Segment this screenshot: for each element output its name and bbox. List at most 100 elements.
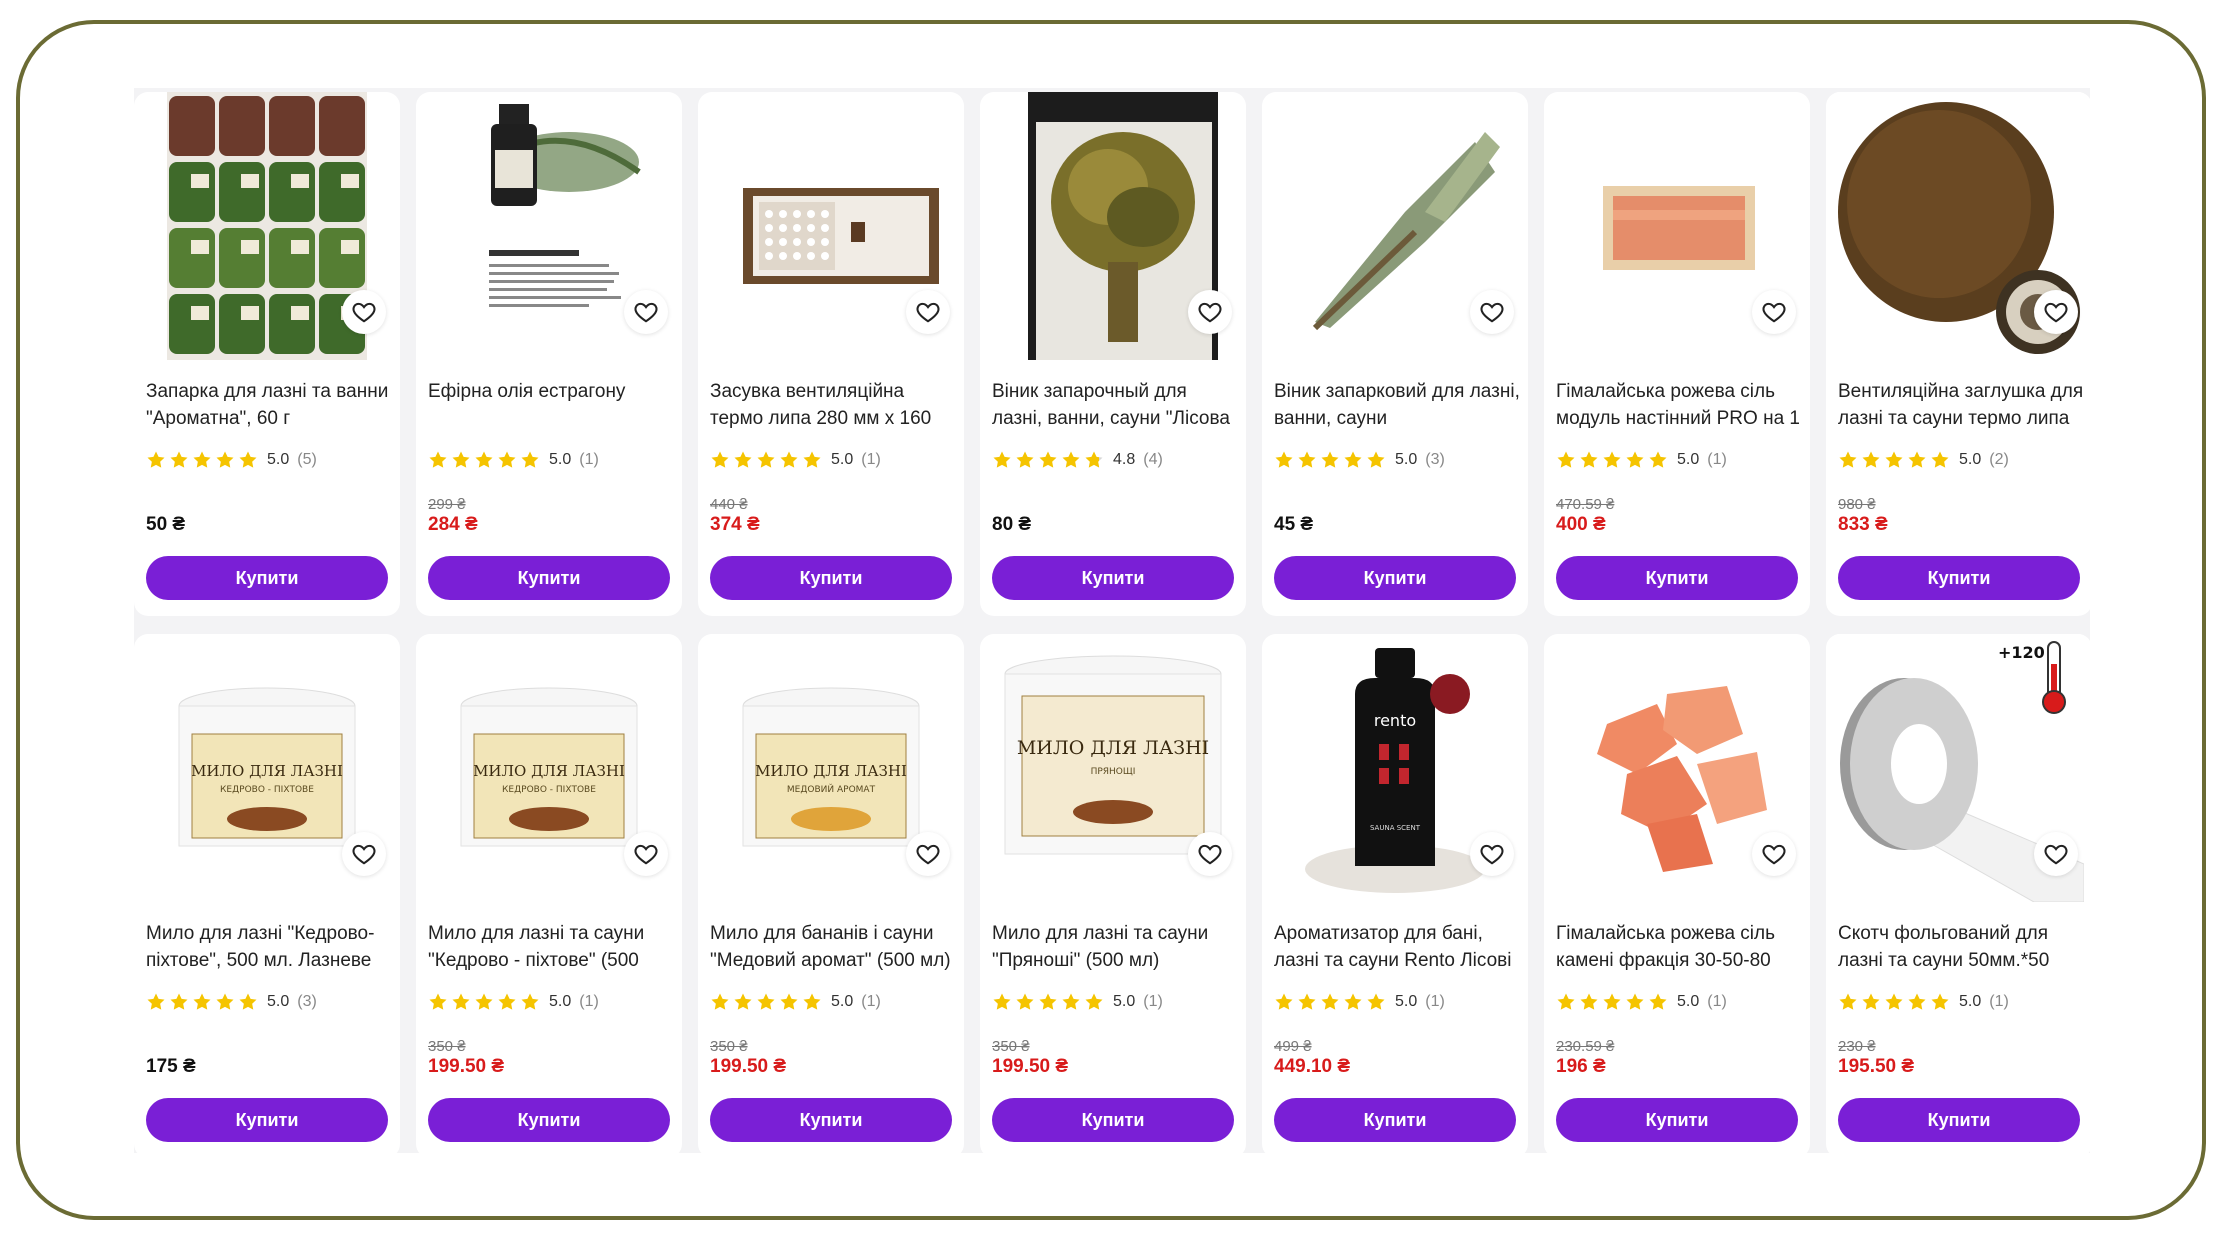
product-title[interactable]: Ароматизатор для бані, лазні та сауни Re… [1274, 920, 1520, 976]
review-count[interactable]: (1) [861, 993, 881, 1011]
buy-button[interactable]: Купити [428, 1098, 670, 1142]
product-card[interactable]: Гімалайська рожева сіль камені фракція 3… [1544, 634, 1810, 1158]
old-price: 470.59 ₴ [1556, 496, 1615, 513]
buy-button[interactable]: Купити [146, 556, 388, 600]
product-title[interactable]: Мило для лазні "Кедрово-піхтове", 500 мл… [146, 920, 392, 976]
favorite-button[interactable] [2034, 832, 2078, 876]
star-icon [1298, 451, 1316, 468]
buy-button[interactable]: Купити [1838, 1098, 2080, 1142]
review-count[interactable]: (1) [1707, 993, 1727, 1011]
product-title[interactable]: Засувка вентиляційна термо липа 280 мм х… [710, 378, 956, 434]
old-price: 230.59 ₴ [1556, 1038, 1615, 1055]
review-count[interactable]: (1) [1425, 993, 1445, 1011]
favorite-button[interactable] [1470, 832, 1514, 876]
favorite-button[interactable] [342, 290, 386, 334]
product-card[interactable]: МИЛО ДЛЯ ЛАЗНІ КЕДРОВО - ПІХТОВЕ Мило дл… [416, 634, 682, 1158]
star-icon [1626, 451, 1644, 468]
product-title[interactable]: Мило для лазні та сауни "Пряноші" (500 м… [992, 920, 1238, 976]
old-price: 440 ₴ [710, 496, 748, 513]
old-price: 499 ₴ [1274, 1038, 1312, 1055]
star-icon [734, 993, 752, 1010]
product-price: 284 ₴ [428, 514, 478, 535]
star-icon [1649, 451, 1667, 468]
product-title[interactable]: Гімалайська рожева сіль камені фракція 3… [1556, 920, 1802, 976]
buy-button[interactable]: Купити [992, 1098, 1234, 1142]
product-card[interactable]: МИЛО ДЛЯ ЛАЗНІ ПРЯНОЩІ Мило для лазні та… [980, 634, 1246, 1158]
star-icon [429, 993, 447, 1010]
star-icon [1367, 993, 1385, 1010]
buy-button[interactable]: Купити [1838, 556, 2080, 600]
buy-button[interactable]: Купити [1274, 556, 1516, 600]
favorite-button[interactable] [624, 832, 668, 876]
star-icon [498, 993, 516, 1010]
favorite-button[interactable] [1752, 290, 1796, 334]
review-count[interactable]: (3) [297, 993, 317, 1011]
review-count[interactable]: (1) [579, 993, 599, 1011]
rating-score: 5.0 [549, 451, 572, 468]
buy-button[interactable]: Купити [1274, 1098, 1516, 1142]
review-count[interactable]: (1) [861, 451, 881, 469]
product-title[interactable]: Скотч фольгований для лазні та сауни 50м… [1838, 920, 2084, 976]
product-card[interactable]: Вентиляційна заглушка для лазні та сауни… [1826, 92, 2092, 616]
review-count[interactable]: (1) [579, 451, 599, 469]
product-card[interactable]: Ефірна олія естрагону 5.0 (1) 299 ₴ 284 ₴ Ку… [416, 92, 682, 616]
review-count[interactable]: (1) [1143, 993, 1163, 1011]
product-card[interactable]: Запарка для лазні та ванни "Ароматна", 6… [134, 92, 400, 616]
buy-button[interactable]: Купити [146, 1098, 388, 1142]
star-icon [803, 451, 821, 468]
product-card[interactable]: Віник запарковий для лазні, ванни, сауни… [1262, 92, 1528, 616]
review-count[interactable]: (3) [1425, 451, 1445, 469]
star-icon [239, 451, 257, 468]
favorite-button[interactable] [342, 832, 386, 876]
product-price: 833 ₴ [1838, 514, 1888, 535]
svg-text:+120: +120 [1998, 643, 2045, 662]
buy-button[interactable]: Купити [710, 1098, 952, 1142]
product-price: 175 ₴ [146, 1056, 196, 1077]
product-title[interactable]: Гімалайська рожева сіль модуль настінний… [1556, 378, 1802, 434]
star-icon [1839, 451, 1857, 468]
product-rating: 5.0 (5) [146, 450, 317, 470]
product-title[interactable]: Віник запарочный для лазні, ванни, сауни… [992, 378, 1238, 434]
product-card[interactable]: МИЛО ДЛЯ ЛАЗНІ МЕДОВИЙ АРОМАТ Мило для б… [698, 634, 964, 1158]
review-count[interactable]: (1) [1707, 451, 1727, 469]
herb-bags-image [167, 92, 367, 360]
review-count[interactable]: (2) [1989, 451, 2009, 469]
product-card[interactable]: Віник запарочный для лазні, ванни, сауни… [980, 92, 1246, 616]
favorite-button[interactable] [906, 290, 950, 334]
buy-button[interactable]: Купити [1556, 1098, 1798, 1142]
buy-button[interactable]: Купити [992, 556, 1234, 600]
buy-button[interactable]: Купити [710, 556, 952, 600]
buy-button[interactable]: Купити [1556, 556, 1798, 600]
review-count[interactable]: (5) [297, 451, 317, 469]
product-title[interactable]: Запарка для лазні та ванни "Ароматна", 6… [146, 378, 392, 434]
product-rating: 5.0 (3) [1274, 450, 1445, 470]
product-card[interactable]: +120 Скотч фольгований для лазні та саун… [1826, 634, 2092, 1158]
product-card[interactable]: Засувка вентиляційна термо липа 280 мм х… [698, 92, 964, 616]
review-count[interactable]: (1) [1989, 993, 2009, 1011]
review-count[interactable]: (4) [1143, 451, 1163, 469]
product-card[interactable]: rento SAUNA SCENT Ароматизатор для бані,… [1262, 634, 1528, 1158]
svg-text:rento: rento [1374, 711, 1416, 730]
favorite-button[interactable] [624, 290, 668, 334]
product-title[interactable]: Мило для бананів і сауни "Медовий аромат… [710, 920, 956, 976]
product-title[interactable]: Вентиляційна заглушка для лазні та сауни… [1838, 378, 2084, 434]
product-title[interactable]: Ефірна олія естрагону [428, 378, 674, 434]
favorite-button[interactable] [2034, 290, 2078, 334]
product-title[interactable]: Віник запарковий для лазні, ванни, сауни [1274, 378, 1520, 434]
product-card[interactable]: МИЛО ДЛЯ ЛАЗНІ КЕДРОВО - ПІХТОВЕ Мило дл… [134, 634, 400, 1158]
favorite-button[interactable] [1188, 832, 1232, 876]
favorite-button[interactable] [1752, 832, 1796, 876]
product-rating: 5.0 (1) [1274, 992, 1445, 1012]
star-icon [1931, 451, 1949, 468]
product-price: 196 ₴ [1556, 1056, 1606, 1077]
star-icon [1321, 451, 1339, 468]
favorite-button[interactable] [906, 832, 950, 876]
favorite-button[interactable] [1188, 290, 1232, 334]
heart-icon [2044, 844, 2068, 865]
star-icon [1085, 993, 1103, 1010]
buy-button[interactable]: Купити [428, 556, 670, 600]
product-price: 199.50 ₴ [992, 1056, 1069, 1077]
product-card[interactable]: Гімалайська рожева сіль модуль настінний… [1544, 92, 1810, 616]
favorite-button[interactable] [1470, 290, 1514, 334]
product-title[interactable]: Мило для лазні та сауни "Кедрово - піхто… [428, 920, 674, 976]
